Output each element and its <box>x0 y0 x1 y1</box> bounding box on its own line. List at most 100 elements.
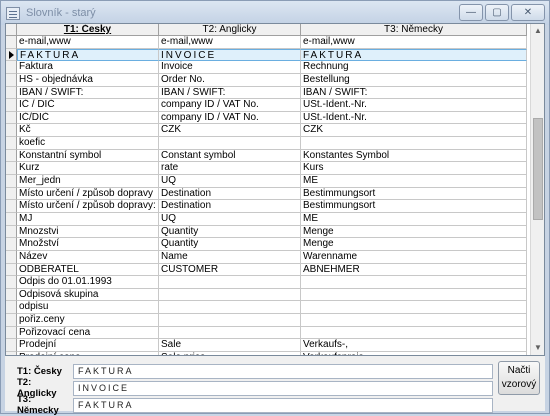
table-row[interactable]: IČ / DIČ company ID / VAT No. USt.-Ident.-… <box>6 99 527 112</box>
cesky-input[interactable]: FAKTURA <box>73 363 493 379</box>
table-row[interactable]: Místo určení / způsob dopravy: Destinatio… <box>6 200 527 213</box>
cell-anglicky[interactable]: Sale <box>159 339 301 353</box>
table-row[interactable]: IČ/DIČ company ID / VAT No. USt.-Ident.-Nr… <box>6 111 527 125</box>
cell-nemecky[interactable]: Verkaufs-, <box>301 339 527 353</box>
cell-nemecky[interactable] <box>301 288 527 302</box>
scroll-down-icon[interactable]: ▼ <box>531 341 544 355</box>
cell-anglicky[interactable] <box>159 137 301 150</box>
nemecky-input[interactable]: FAKTURA <box>73 397 493 413</box>
cell-nemecky[interactable]: Bestellung <box>301 73 527 87</box>
cell-cesky[interactable]: Místo určení / způsob dopravy: <box>17 200 159 213</box>
cell-cesky[interactable]: Prodejní <box>17 339 159 353</box>
cell-cesky[interactable]: IBAN / SWIFT: <box>17 86 159 100</box>
cell-anglicky[interactable]: Destination <box>159 200 301 213</box>
table-row[interactable]: ODBĚRATEL CUSTOMER ABNEHMER <box>6 263 527 277</box>
cell-cesky[interactable]: Odpis do 01.01.1993 <box>17 276 159 289</box>
table-row[interactable]: HS - objednávka Order No. Bestellung <box>6 73 527 87</box>
cell-cesky[interactable]: Pořizovací cena <box>17 326 159 340</box>
row-selector[interactable] <box>6 99 17 112</box>
table-row[interactable]: Odpisová skupina <box>6 288 527 302</box>
load-template-button[interactable]: Načti vzorový <box>498 361 540 395</box>
cell-anglicky[interactable]: CUSTOMER <box>159 263 301 277</box>
cell-nemecky[interactable]: Menge <box>301 238 527 251</box>
cell-nemecky[interactable]: FAKTURA <box>301 48 527 62</box>
cell-anglicky[interactable]: Sale price <box>159 352 301 355</box>
table-row[interactable]: Místo určení / způsob dopravy Destination… <box>6 187 527 201</box>
row-selector[interactable] <box>6 73 17 87</box>
cell-anglicky[interactable] <box>159 314 301 327</box>
cell-cesky[interactable]: ODBĚRATEL <box>17 263 159 277</box>
cell-nemecky[interactable]: USt.-Ident.-Nr. <box>301 111 527 125</box>
row-selector[interactable] <box>6 175 17 188</box>
vertical-scrollbar[interactable]: ▲ ▼ <box>530 24 544 355</box>
row-selector[interactable] <box>6 162 17 176</box>
cell-cesky[interactable]: IČ/DIČ <box>17 111 159 125</box>
title-bar[interactable]: Slovník - starý — ▢ ✕ <box>1 1 549 25</box>
cell-anglicky[interactable]: rate <box>159 162 301 176</box>
row-selector[interactable] <box>6 314 17 327</box>
cell-cesky[interactable]: Prodejní cena <box>17 352 159 355</box>
cell-anglicky[interactable]: Order No. <box>159 73 301 87</box>
cell-nemecky[interactable]: Warenname <box>301 250 527 264</box>
cell-cesky[interactable]: Kurz <box>17 162 159 176</box>
row-selector[interactable] <box>6 86 17 100</box>
cell-nemecky[interactable]: USt.-Ident.-Nr. <box>301 99 527 112</box>
cell-nemecky[interactable]: Konstantes Symbol <box>301 149 527 163</box>
table-row[interactable]: Pořizovací cena <box>6 326 527 340</box>
cell-nemecky[interactable]: Verkaufspreis <box>301 352 527 355</box>
row-selector[interactable] <box>6 238 17 251</box>
cell-anglicky[interactable] <box>159 276 301 289</box>
cell-anglicky[interactable]: company ID / VAT No. <box>159 111 301 125</box>
cell-anglicky[interactable]: Constant symbol <box>159 149 301 163</box>
cell-nemecky[interactable]: Bestimmungsort <box>301 200 527 213</box>
cell-cesky[interactable]: Mer_jedn <box>17 175 159 188</box>
cell-nemecky[interactable] <box>301 326 527 340</box>
cell-nemecky[interactable]: IBAN / SWIFT: <box>301 86 527 100</box>
row-selector[interactable] <box>6 288 17 302</box>
cell-cesky[interactable]: pořiz.ceny <box>17 314 159 327</box>
table-row[interactable]: Množství Quantity Menge <box>6 238 527 251</box>
cell-anglicky[interactable]: Destination <box>159 187 301 201</box>
row-selector[interactable] <box>6 225 17 239</box>
cell-nemecky[interactable]: Menge <box>301 225 527 239</box>
column-header-nemecky[interactable]: T3: Německy <box>301 24 527 36</box>
cell-nemecky[interactable]: ABNEHMER <box>301 263 527 277</box>
row-selector[interactable] <box>6 137 17 150</box>
row-selector[interactable] <box>6 111 17 125</box>
table-row[interactable]: Kurz rate Kurs <box>6 162 527 176</box>
cell-cesky[interactable]: FAKTURA <box>17 48 159 62</box>
cell-cesky[interactable]: Množství <box>17 238 159 251</box>
table-row[interactable]: odpisu <box>6 301 527 315</box>
row-selector[interactable] <box>6 339 17 353</box>
cell-cesky[interactable]: Faktura <box>17 61 159 74</box>
cell-cesky[interactable]: Kč <box>17 124 159 138</box>
anglicky-input[interactable]: INVOICE <box>73 380 493 396</box>
row-selector[interactable] <box>6 124 17 138</box>
row-selector[interactable] <box>6 61 17 74</box>
row-selector[interactable] <box>6 187 17 201</box>
column-header-cesky[interactable]: T1: Česky <box>17 24 159 36</box>
row-selector[interactable] <box>6 200 17 213</box>
table-row[interactable]: Faktura Invoice Rechnung <box>6 61 527 74</box>
cell-nemecky[interactable] <box>301 301 527 315</box>
close-button[interactable]: ✕ <box>511 4 545 21</box>
table-row[interactable]: Odpis do 01.01.1993 <box>6 276 527 289</box>
cell-anglicky[interactable] <box>159 326 301 340</box>
cell-cesky[interactable]: MJ <box>17 212 159 226</box>
row-selector[interactable] <box>6 352 17 355</box>
cell-cesky[interactable]: Název <box>17 250 159 264</box>
row-selector[interactable] <box>6 250 17 264</box>
cell-anglicky[interactable]: Name <box>159 250 301 264</box>
current-row-indicator[interactable] <box>6 48 17 62</box>
cell-anglicky[interactable]: INVOICE <box>159 48 301 62</box>
cell-anglicky[interactable]: Quantity <box>159 238 301 251</box>
row-selector[interactable] <box>6 36 17 49</box>
cell-anglicky[interactable] <box>159 288 301 302</box>
row-selector[interactable] <box>6 276 17 289</box>
table-row[interactable]: Konstantní symbol Constant symbol Konstant… <box>6 149 527 163</box>
table-row[interactable]: pořiz.ceny <box>6 314 527 327</box>
cell-anglicky[interactable]: CZK <box>159 124 301 138</box>
cell-nemecky[interactable]: Bestimmungsort <box>301 187 527 201</box>
table-row[interactable]: koefic <box>6 137 527 150</box>
maximize-button[interactable]: ▢ <box>485 4 509 21</box>
